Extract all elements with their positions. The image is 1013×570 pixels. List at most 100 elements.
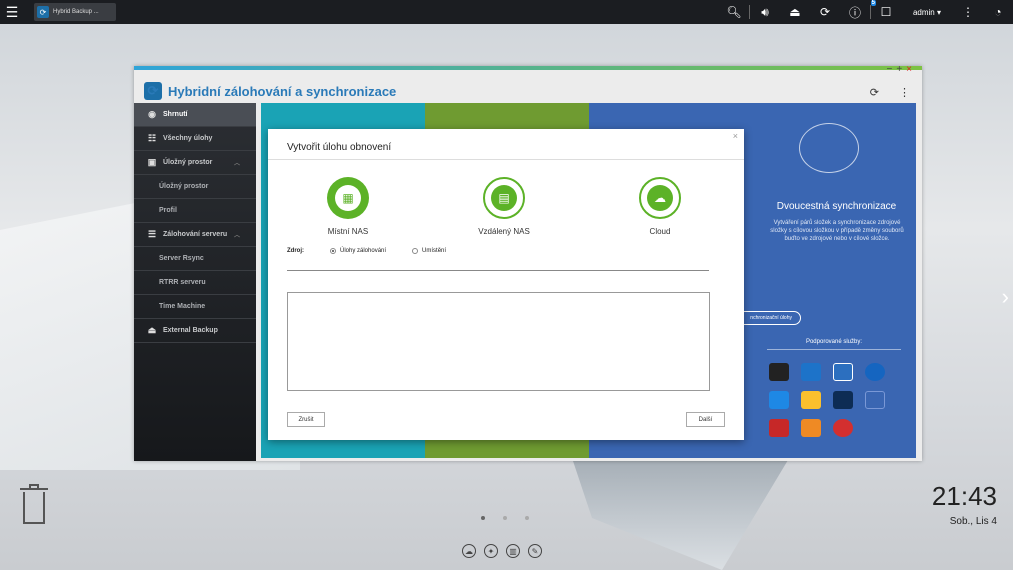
page-dot[interactable]	[525, 516, 529, 520]
dock-edit-icon[interactable]: ✎	[528, 544, 542, 558]
sidebar: ◉ Shrnutí ☷ Všechny úlohy ▣ Úložný prost…	[134, 103, 256, 461]
window-accent-bar	[134, 66, 922, 70]
option-label: Vzdálený NAS	[478, 227, 530, 236]
more-options-icon[interactable]: ⋮	[953, 5, 983, 19]
option-remote-nas[interactable]: ▤ Vzdálený NAS	[454, 177, 554, 236]
dialog-title: Vytvořit úlohu obnovení	[287, 142, 392, 153]
service-icon-nas	[769, 363, 789, 381]
local-nas-icon: ▦	[327, 177, 369, 219]
sidebar-item-storage-group[interactable]: ▣ Úložný prostor ︿	[134, 151, 256, 175]
job-list-box[interactable]	[287, 292, 710, 391]
taskbar-app-tab[interactable]: ⟳ Hybrid Backup ...	[34, 3, 116, 21]
source-row: Zdroj: Úlohy zálohování Umístění	[287, 248, 446, 254]
service-icon-red-2	[833, 419, 853, 437]
option-cloud[interactable]: ☁ Cloud	[610, 177, 710, 236]
source-separator	[287, 270, 709, 271]
user-menu[interactable]: admin ▾	[901, 8, 953, 17]
radio-selected	[330, 248, 336, 254]
sidebar-item-time-machine[interactable]: Time Machine	[134, 295, 256, 319]
radio-backup-jobs[interactable]: Úlohy zálohování	[330, 248, 386, 254]
minimize-icon[interactable]: −	[886, 64, 896, 75]
hybrid-backup-icon: ⟳	[37, 6, 49, 18]
sidebar-item-rtrr[interactable]: RTRR serveru	[134, 271, 256, 295]
sidebar-item-label: Server Rsync	[159, 255, 204, 262]
sync-servers-icon	[799, 123, 859, 173]
dialog-divider	[268, 159, 744, 160]
source-label: Zdroj:	[287, 248, 304, 254]
service-icon-cloud-3	[833, 391, 853, 409]
radio-label: Umístění	[422, 248, 447, 254]
option-label: Místní NAS	[327, 227, 369, 236]
chevron-up-icon: ︿	[233, 233, 240, 239]
dialog-close-icon[interactable]: ×	[733, 131, 738, 141]
dock-storage-icon[interactable]: ▥	[506, 544, 520, 558]
next-button[interactable]: Další	[686, 412, 725, 427]
sidebar-item-rsync[interactable]: Server Rsync	[134, 247, 256, 271]
cancel-button[interactable]: Zrušit	[287, 412, 325, 427]
supported-services-label: Podporované služby:	[767, 339, 901, 350]
service-icon-dropbox	[769, 391, 789, 409]
sidebar-item-external-backup[interactable]: ⏏ External Backup	[134, 319, 256, 343]
sidebar-item-label: Time Machine	[159, 303, 206, 310]
dock-cloud-icon[interactable]: ☁	[462, 544, 476, 558]
desktop-clock: 21:43	[931, 481, 997, 511]
sidebar-item-summary[interactable]: ◉ Shrnutí	[134, 103, 256, 127]
window-title-area: ⟳ Hybridní zálohování a synchronizace	[144, 82, 396, 100]
sidebar-item-all-jobs[interactable]: ☷ Všechny úlohy	[134, 127, 256, 151]
services-grid	[769, 363, 899, 437]
sync-description: Vytváření párů složek a synchronizace zd…	[770, 220, 904, 242]
sidebar-item-label: Shrnutí	[163, 111, 188, 118]
service-icon-box	[865, 391, 885, 409]
option-label: Cloud	[649, 227, 671, 236]
sidebar-item-label: Profil	[159, 207, 177, 214]
desktop-page-dots	[481, 516, 529, 520]
chevron-up-icon: ︿	[233, 161, 240, 167]
radio-unselected	[412, 248, 419, 254]
volume-icon[interactable]: 🔊︎	[750, 5, 780, 20]
create-restore-job-dialog: × Vytvořit úlohu obnovení ▦ Místní NAS ▤…	[268, 129, 744, 440]
remote-nas-icon: ▤	[483, 177, 525, 219]
top-taskbar: ☰ ⟳ Hybrid Backup ... 🔍︎ 🔊︎ ⏏ ⟳ ⓘ 5 ☐ adm…	[0, 0, 1013, 24]
close-icon[interactable]: ×	[906, 64, 916, 75]
desktop-date: Sob., Lis 4	[949, 516, 997, 527]
refresh-icon[interactable]: ⟳	[870, 86, 879, 99]
sidebar-item-label: Zálohování serveru	[163, 231, 228, 238]
page-dot[interactable]	[481, 516, 485, 520]
sidebar-item-label: External Backup	[163, 327, 218, 334]
summary-icon: ◉	[148, 109, 156, 119]
radio-label: Úlohy zálohování	[340, 248, 387, 254]
storage-icon: ▣	[147, 157, 157, 167]
sidebar-item-server-backup-group[interactable]: ☰ Zálohování serveru ︿	[134, 223, 256, 247]
search-icon[interactable]: 🔍︎	[719, 5, 749, 19]
sidebar-item-label: Úložný prostor	[163, 159, 213, 166]
sidebar-item-storage[interactable]: Úložný prostor	[134, 175, 256, 199]
sidebar-item-label: RTRR serveru	[159, 279, 206, 286]
sidebar-item-label: Všechny úlohy	[163, 135, 213, 142]
maximize-icon[interactable]: +	[896, 64, 906, 75]
service-icon-google-drive	[801, 391, 821, 409]
trash-icon[interactable]	[20, 484, 48, 524]
window-controls: −+×	[886, 64, 916, 75]
next-page-arrow[interactable]: ›	[1002, 284, 1009, 310]
sync-status-icon[interactable]: ⟳	[810, 5, 840, 19]
dashboard-icon[interactable]: ◔	[983, 5, 1013, 19]
service-icon-amazon	[801, 363, 821, 381]
window-title: Hybridní zálohování a synchronizace	[168, 83, 397, 99]
service-icon-onedrive	[865, 363, 885, 381]
page-dot[interactable]	[503, 516, 507, 520]
user-icon[interactable]: ☐	[871, 5, 901, 19]
service-icon-red-1	[769, 419, 789, 437]
radio-location[interactable]: Umístění	[412, 248, 446, 254]
more-icon[interactable]: ⋮	[899, 86, 910, 99]
notification-icon[interactable]: ⓘ 5	[840, 0, 876, 21]
notification-badge: 5	[870, 0, 876, 6]
main-menu-icon[interactable]: ☰	[0, 0, 24, 24]
cloud-icon: ☁	[639, 177, 681, 219]
media-icon[interactable]: ⏏	[780, 5, 810, 19]
server-icon: ☰	[147, 229, 157, 239]
service-icon-orange	[801, 419, 821, 437]
service-icon-hubic	[833, 363, 853, 381]
sidebar-item-profile[interactable]: Profil	[134, 199, 256, 223]
dock-tools-icon[interactable]: ✦	[484, 544, 498, 558]
option-local-nas[interactable]: ▦ Místní NAS	[298, 177, 398, 236]
